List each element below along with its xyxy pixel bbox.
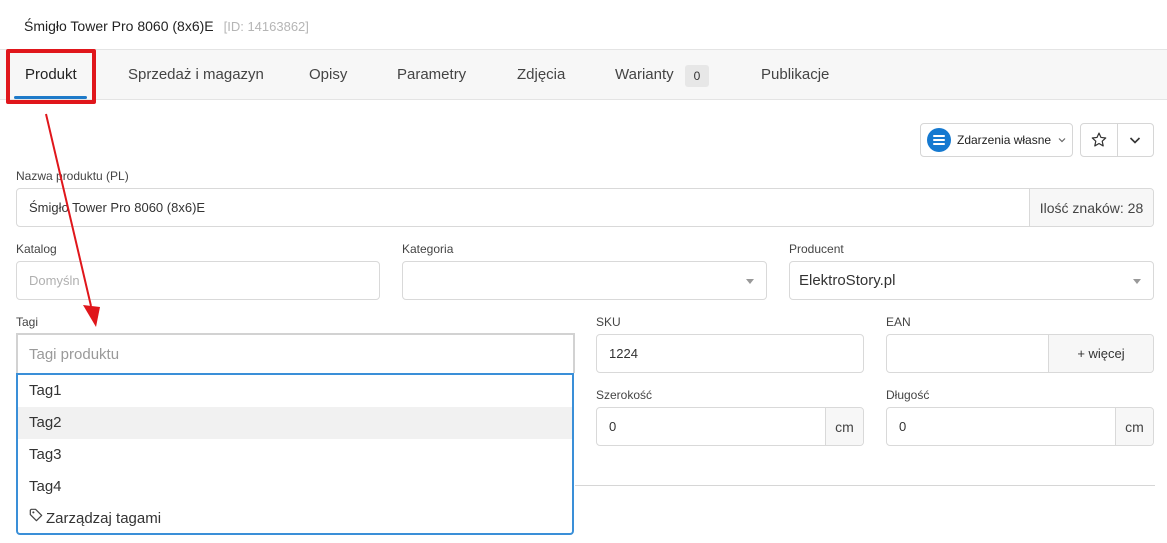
product-title: Śmigło Tower Pro 8060 (8x6)E — [24, 18, 214, 34]
length-unit: cm — [1115, 408, 1153, 445]
caret-down-icon — [1133, 278, 1141, 284]
product-name-value: Śmigło Tower Pro 8060 (8x6)E — [29, 200, 206, 215]
star-icon — [1091, 132, 1107, 147]
char-count-addon: Ilość znaków: 28 — [1029, 189, 1153, 226]
manage-tags-label: Zarządzaj tagami — [46, 510, 162, 527]
sku-input[interactable]: 1224 — [596, 334, 864, 373]
variants-count-badge: 0 — [685, 65, 709, 87]
section-divider — [575, 485, 1155, 486]
favorite-button[interactable] — [1081, 124, 1117, 156]
tab-sprzedaz-i-magazyn[interactable]: Sprzedaż i magazyn — [128, 50, 264, 100]
length-value: 0 — [899, 419, 907, 434]
list-icon — [927, 128, 951, 152]
tab-produkt[interactable]: Produkt — [25, 50, 77, 100]
tab-warianty[interactable]: Warianty — [615, 50, 674, 100]
tags-label: Tagi — [16, 315, 39, 329]
product-name-label: Nazwa produktu (PL) — [16, 169, 129, 183]
category-label: Kategoria — [402, 242, 454, 256]
width-value: 0 — [609, 419, 617, 434]
manage-tags-option[interactable]: Zarządzaj tagami — [18, 503, 572, 535]
active-tab-indicator — [14, 96, 87, 99]
category-select[interactable] — [402, 261, 767, 300]
product-name-input[interactable]: Śmigło Tower Pro 8060 (8x6)E Ilość znakó… — [16, 188, 1154, 227]
catalog-value: Domyśln — [29, 273, 80, 288]
tags-placeholder: Tagi produktu — [29, 345, 120, 363]
chevron-down-icon — [1130, 137, 1141, 144]
tag-icon — [29, 502, 43, 534]
length-label: Długość — [886, 388, 930, 402]
caret-down-icon — [746, 278, 754, 284]
tags-dropdown: Tag1 Tag2 Tag3 Tag4 Zarządzaj tagami — [16, 373, 574, 535]
tags-input[interactable]: Tagi produktu — [16, 333, 575, 373]
tab-bar: Produkt Sprzedaż i magazyn Opisy Paramet… — [0, 49, 1167, 100]
tab-zdjecia[interactable]: Zdjęcia — [517, 50, 565, 100]
ean-label: EAN — [886, 315, 911, 329]
tag-option-tag1[interactable]: Tag1 — [18, 375, 572, 407]
custom-events-label: Zdarzenia własne — [957, 133, 1052, 147]
catalog-label: Katalog — [16, 242, 57, 256]
chevron-down-icon — [1058, 138, 1066, 143]
tab-opisy[interactable]: Opisy — [309, 50, 347, 100]
favorite-button-group — [1080, 123, 1154, 157]
producer-label: Producent — [789, 242, 844, 256]
sku-value: 1224 — [609, 346, 638, 361]
tab-publikacje[interactable]: Publikacje — [761, 50, 829, 100]
sku-label: SKU — [596, 315, 621, 329]
tag-option-tag3[interactable]: Tag3 — [18, 439, 572, 471]
ean-input[interactable]: + więcej — [886, 334, 1154, 373]
producer-value: ElektroStory.pl — [799, 272, 896, 289]
tag-option-tag4[interactable]: Tag4 — [18, 471, 572, 503]
width-unit: cm — [825, 408, 863, 445]
ean-more-button[interactable]: + więcej — [1048, 335, 1153, 372]
product-id: [ID: 14163862] — [223, 18, 309, 34]
catalog-input[interactable]: Domyśln — [16, 261, 380, 300]
tag-option-tag2[interactable]: Tag2 — [18, 407, 572, 439]
product-header: Śmigło Tower Pro 8060 (8x6)E [ID: 141638… — [24, 16, 309, 36]
tab-parametry[interactable]: Parametry — [397, 50, 466, 100]
width-input[interactable]: 0 cm — [596, 407, 864, 446]
producer-select[interactable]: ElektroStory.pl — [789, 261, 1154, 300]
width-label: Szerokość — [596, 388, 653, 402]
length-input[interactable]: 0 cm — [886, 407, 1154, 446]
custom-events-button[interactable]: Zdarzenia własne — [920, 123, 1073, 157]
more-options-button[interactable] — [1116, 124, 1154, 156]
